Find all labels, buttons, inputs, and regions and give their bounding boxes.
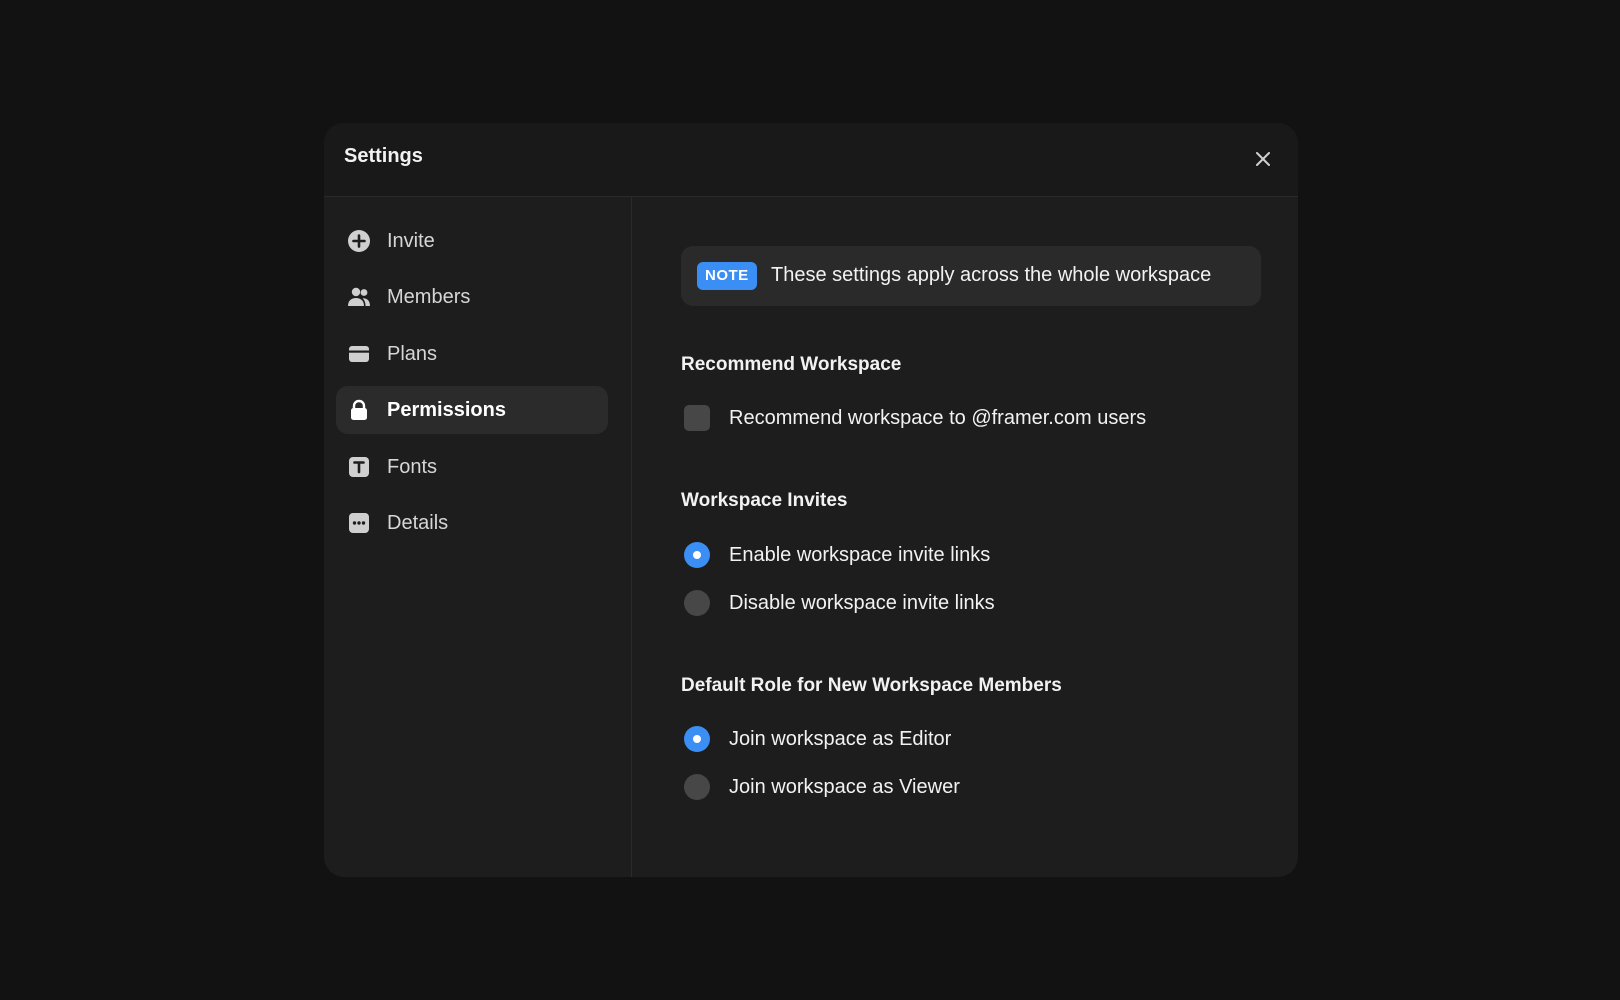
sidebar-item-members[interactable]: Members (336, 273, 608, 321)
sidebar-item-fonts[interactable]: Fonts (336, 443, 608, 491)
users-icon (347, 285, 371, 309)
recommend-section-title: Recommend Workspace (681, 354, 902, 375)
editor-role-radio[interactable] (684, 726, 710, 752)
option-label: Join workspace as Editor (729, 727, 952, 750)
card-icon (347, 342, 371, 366)
sidebar-item-permissions[interactable]: Permissions (336, 386, 608, 434)
option-label: Join workspace as Viewer (729, 775, 960, 798)
option-label: Enable workspace invite links (729, 543, 991, 566)
sidebar-item-label: Members (387, 285, 471, 308)
viewer-role-radio[interactable] (684, 774, 710, 800)
invites-section-title: Workspace Invites (681, 490, 848, 511)
recommend-option-label: Recommend workspace to @framer.com users (729, 406, 1147, 429)
modal-title: Settings (344, 145, 423, 167)
disable-invites-radio[interactable] (684, 590, 710, 616)
role-option-viewer[interactable]: Join workspace as Viewer (684, 771, 960, 803)
sidebar-item-label: Fonts (387, 455, 438, 478)
invite-option-enable[interactable]: Enable workspace invite links (684, 539, 990, 571)
recommend-option[interactable]: Recommend workspace to @framer.com users (684, 402, 1146, 434)
settings-sidebar: Invite Members Plans Permissions Fonts D… (324, 197, 632, 877)
enable-invites-radio[interactable] (684, 542, 710, 568)
sidebar-item-label: Plans (387, 342, 438, 365)
dots-icon (347, 511, 371, 535)
font-icon (347, 455, 371, 479)
note-text: These settings apply across the whole wo… (771, 264, 1212, 286)
settings-modal: Settings Invite Members Plans Permission… (324, 123, 1298, 877)
sidebar-item-label: Invite (387, 229, 435, 252)
option-label: Disable workspace invite links (729, 591, 995, 614)
note-banner: NOTE These settings apply across the who… (681, 246, 1261, 306)
note-badge: NOTE (697, 262, 757, 290)
sidebar-item-label: Permissions (387, 398, 506, 421)
default-role-section-title: Default Role for New Workspace Members (681, 675, 1062, 696)
sidebar-item-details[interactable]: Details (336, 499, 608, 547)
invite-option-disable[interactable]: Disable workspace invite links (684, 587, 995, 619)
lock-icon (347, 398, 371, 422)
sidebar-item-invite[interactable]: Invite (336, 217, 608, 265)
sidebar-item-plans[interactable]: Plans (336, 330, 608, 378)
recommend-checkbox[interactable] (684, 405, 710, 431)
role-option-editor[interactable]: Join workspace as Editor (684, 723, 951, 755)
permissions-content: NOTE These settings apply across the who… (681, 123, 1261, 877)
plus-circle-icon (347, 229, 371, 253)
sidebar-item-label: Details (387, 511, 449, 534)
